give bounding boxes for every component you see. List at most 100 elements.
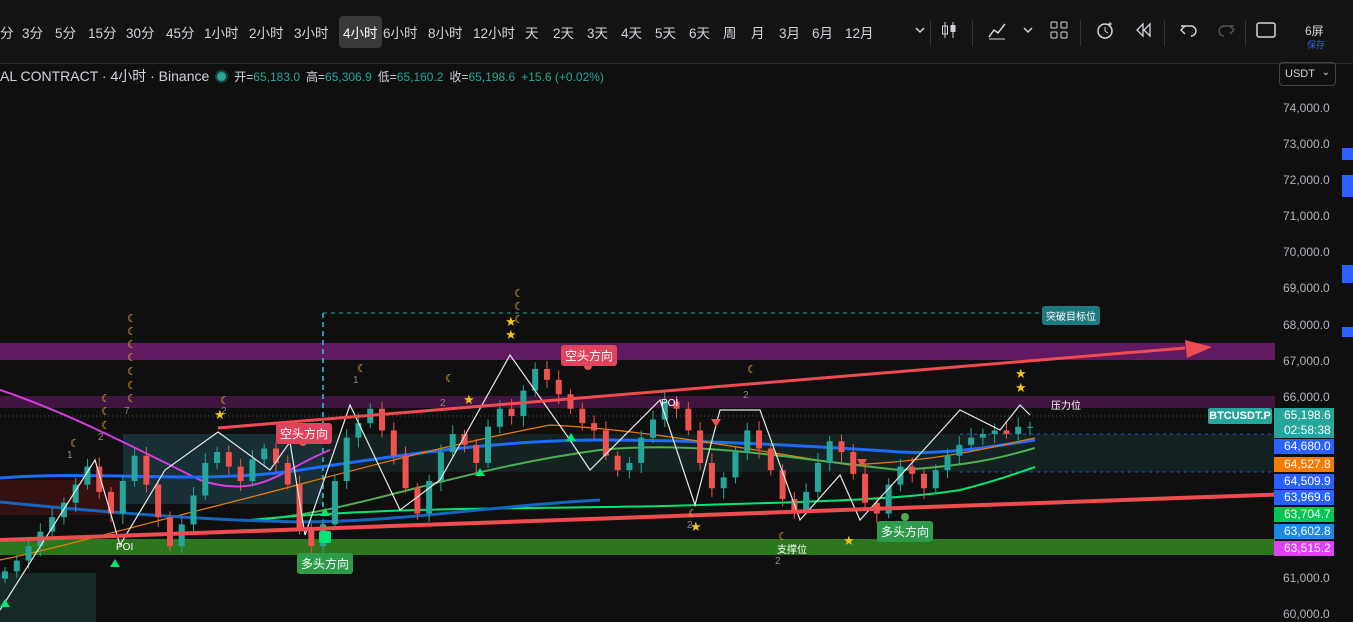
timeframe-0[interactable]: 分 [0, 22, 14, 42]
candle-body [614, 455, 621, 471]
timeframe-16[interactable]: 4天 [621, 22, 642, 42]
timeframe-21[interactable]: 3月 [779, 22, 800, 42]
moon-icon: ☾ [127, 339, 137, 351]
price-tick: 71,000.0 [1283, 209, 1330, 224]
timeframe-23[interactable]: 12月 [845, 22, 874, 42]
timeframe-2[interactable]: 5分 [55, 22, 76, 42]
edge-marker [1342, 265, 1353, 283]
edge-marker [1342, 175, 1353, 197]
candle-body [1003, 430, 1010, 435]
save-button[interactable]: 保存 [1307, 38, 1325, 51]
star-icon: ★ [1015, 380, 1027, 395]
alert-clock-icon[interactable] [1093, 18, 1117, 42]
candle-body [626, 462, 633, 471]
timeframe-15[interactable]: 3天 [587, 22, 608, 42]
candle-body [166, 517, 173, 547]
price-tick: 68,000.0 [1283, 317, 1330, 332]
candle-body [119, 481, 126, 514]
candle-body [814, 462, 821, 492]
price-tick: 72,000.0 [1283, 172, 1330, 187]
redo-icon[interactable] [1214, 18, 1238, 42]
candle-body [932, 470, 939, 489]
indicator-price-tag: 64,680.0 [1274, 439, 1334, 454]
candle-body [720, 477, 727, 489]
candle-body [1015, 426, 1022, 435]
timeframe-7[interactable]: 2小时 [249, 22, 284, 42]
indicator-price-tag: 64,509.9 [1274, 474, 1334, 489]
timeframe-12[interactable]: 12小时 [473, 22, 515, 42]
price-chart[interactable] [0, 87, 1275, 622]
candle-body [756, 430, 763, 449]
symbol-legend: AL CONTRACT · 4小时 · Binance 开=65,183.0 高=6… [0, 66, 604, 84]
candle-body [1027, 426, 1033, 428]
replay-icon[interactable] [1131, 18, 1155, 42]
candle-body [331, 481, 338, 525]
star-icon: ★ [214, 407, 226, 422]
fullscreen-icon[interactable] [1254, 18, 1278, 42]
timeframe-8[interactable]: 3小时 [294, 22, 329, 42]
toolbar-divider [1080, 20, 1081, 46]
wave-number: 2 [775, 556, 781, 567]
candle-body [496, 408, 503, 427]
candle-body [909, 466, 916, 474]
candle-body [390, 430, 397, 456]
timeframe-6[interactable]: 1小时 [204, 22, 239, 42]
candle-body [956, 444, 963, 456]
moon-icon: ☾ [357, 363, 367, 375]
timeframe-9[interactable]: 4小时 [339, 16, 382, 48]
candle-body [402, 455, 409, 489]
star-icon: ★ [505, 327, 517, 342]
candle-body [249, 459, 256, 482]
bar-countdown: 02:58:38 [1284, 423, 1331, 437]
candle-body [108, 491, 115, 514]
price-tick: 69,000.0 [1283, 281, 1330, 296]
moon-icon: ☾ [778, 531, 788, 543]
chevron-down-icon[interactable] [908, 18, 932, 42]
moon-icon: ☾ [127, 313, 137, 325]
candle-style-icon[interactable] [937, 18, 961, 42]
timeframe-18[interactable]: 6天 [689, 22, 710, 42]
signal-dot-icon [901, 513, 909, 521]
timeframe-4[interactable]: 30分 [126, 22, 155, 42]
timeframe-19[interactable]: 周 [723, 22, 737, 42]
timeframe-22[interactable]: 6月 [812, 22, 833, 42]
timeframe-20[interactable]: 月 [751, 22, 765, 42]
candle-body [767, 448, 774, 471]
timeframe-10[interactable]: 6小时 [383, 22, 418, 42]
price-tick: 74,000.0 [1283, 100, 1330, 115]
chevron-down-icon[interactable] [1016, 18, 1040, 42]
edge-marker [1342, 148, 1353, 160]
wave-number: 2 [98, 432, 104, 443]
timeframe-5[interactable]: 45分 [166, 22, 195, 42]
timeframe-11[interactable]: 8小时 [428, 22, 463, 42]
bull-direction-label: 多头方向 [297, 553, 354, 574]
moon-icon: ☾ [101, 393, 111, 405]
toolbar-divider [930, 20, 931, 46]
undo-icon[interactable] [1177, 18, 1201, 42]
price-tick: 66,000.0 [1283, 389, 1330, 404]
currency-selector[interactable]: USDT ⌄ [1279, 62, 1336, 86]
indicators-icon[interactable] [985, 18, 1009, 42]
candle-body [131, 455, 138, 482]
market-status-icon [217, 72, 227, 81]
candle-body [343, 437, 350, 482]
timeframe-13[interactable]: 天 [525, 22, 539, 42]
candle-body [732, 452, 739, 478]
templates-grid-icon[interactable] [1047, 18, 1071, 42]
timeframe-1[interactable]: 3分 [22, 22, 43, 42]
candle-body [543, 368, 550, 380]
candle-body [803, 491, 810, 510]
timeframe-17[interactable]: 5天 [655, 22, 676, 42]
low-value: 低=65,160.2 [377, 70, 444, 84]
candle-body [449, 434, 456, 453]
candle-body [862, 473, 869, 503]
close-value: 收=65,198.6 [449, 70, 516, 84]
timeframe-3[interactable]: 15分 [88, 22, 117, 42]
layout-button[interactable]: 6屏 [1305, 22, 1324, 39]
indicator-price-tag: 63,602.8 [1274, 524, 1334, 539]
candle-body [202, 462, 209, 496]
candle-body [638, 437, 645, 463]
symbol-title[interactable]: AL CONTRACT · 4小时 · Binance [0, 68, 209, 84]
timeframe-14[interactable]: 2天 [553, 22, 574, 42]
indicator-price-tag: 63,969.6 [1274, 490, 1334, 505]
